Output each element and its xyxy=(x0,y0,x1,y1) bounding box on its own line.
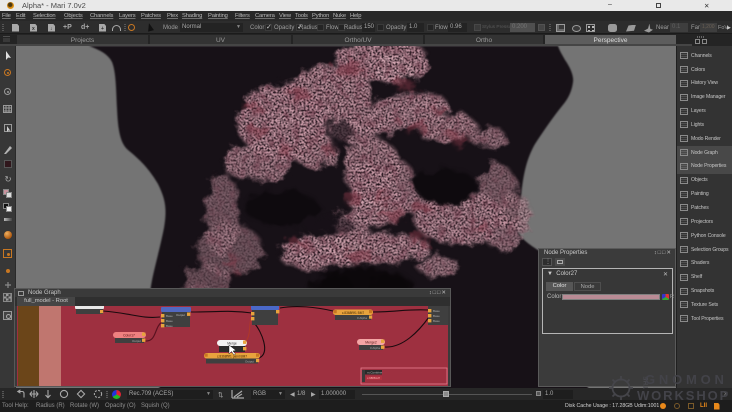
svg-text:c.8368f9f1 paint BM7: c.8368f9f1 paint BM7 xyxy=(217,354,247,358)
svg-text:m.Combine: m.Combine xyxy=(367,371,383,375)
svg-text:c.98881d7: c.98881d7 xyxy=(367,376,381,380)
svg-text:Base: Base xyxy=(433,319,440,323)
svg-text:Base: Base xyxy=(433,309,440,313)
svg-text:Base: Base xyxy=(166,314,173,318)
svg-text:Output: Output xyxy=(132,339,141,343)
svg-text:Base: Base xyxy=(166,324,173,328)
svg-text:c.8368f9f1 BM7: c.8368f9f1 BM7 xyxy=(342,311,365,315)
svg-text:Color17: Color17 xyxy=(123,334,135,338)
svg-text:Merge2: Merge2 xyxy=(365,341,377,345)
svg-text:0 Alpha: 0 Alpha xyxy=(357,316,367,320)
svg-text:Merge: Merge xyxy=(227,342,237,346)
svg-text:Output: Output xyxy=(245,360,254,364)
svg-text:0 Alpha: 0 Alpha xyxy=(370,346,380,350)
svg-text:Base: Base xyxy=(166,319,173,323)
svg-text:Output: Output xyxy=(176,313,185,317)
svg-text:Base: Base xyxy=(433,314,440,318)
